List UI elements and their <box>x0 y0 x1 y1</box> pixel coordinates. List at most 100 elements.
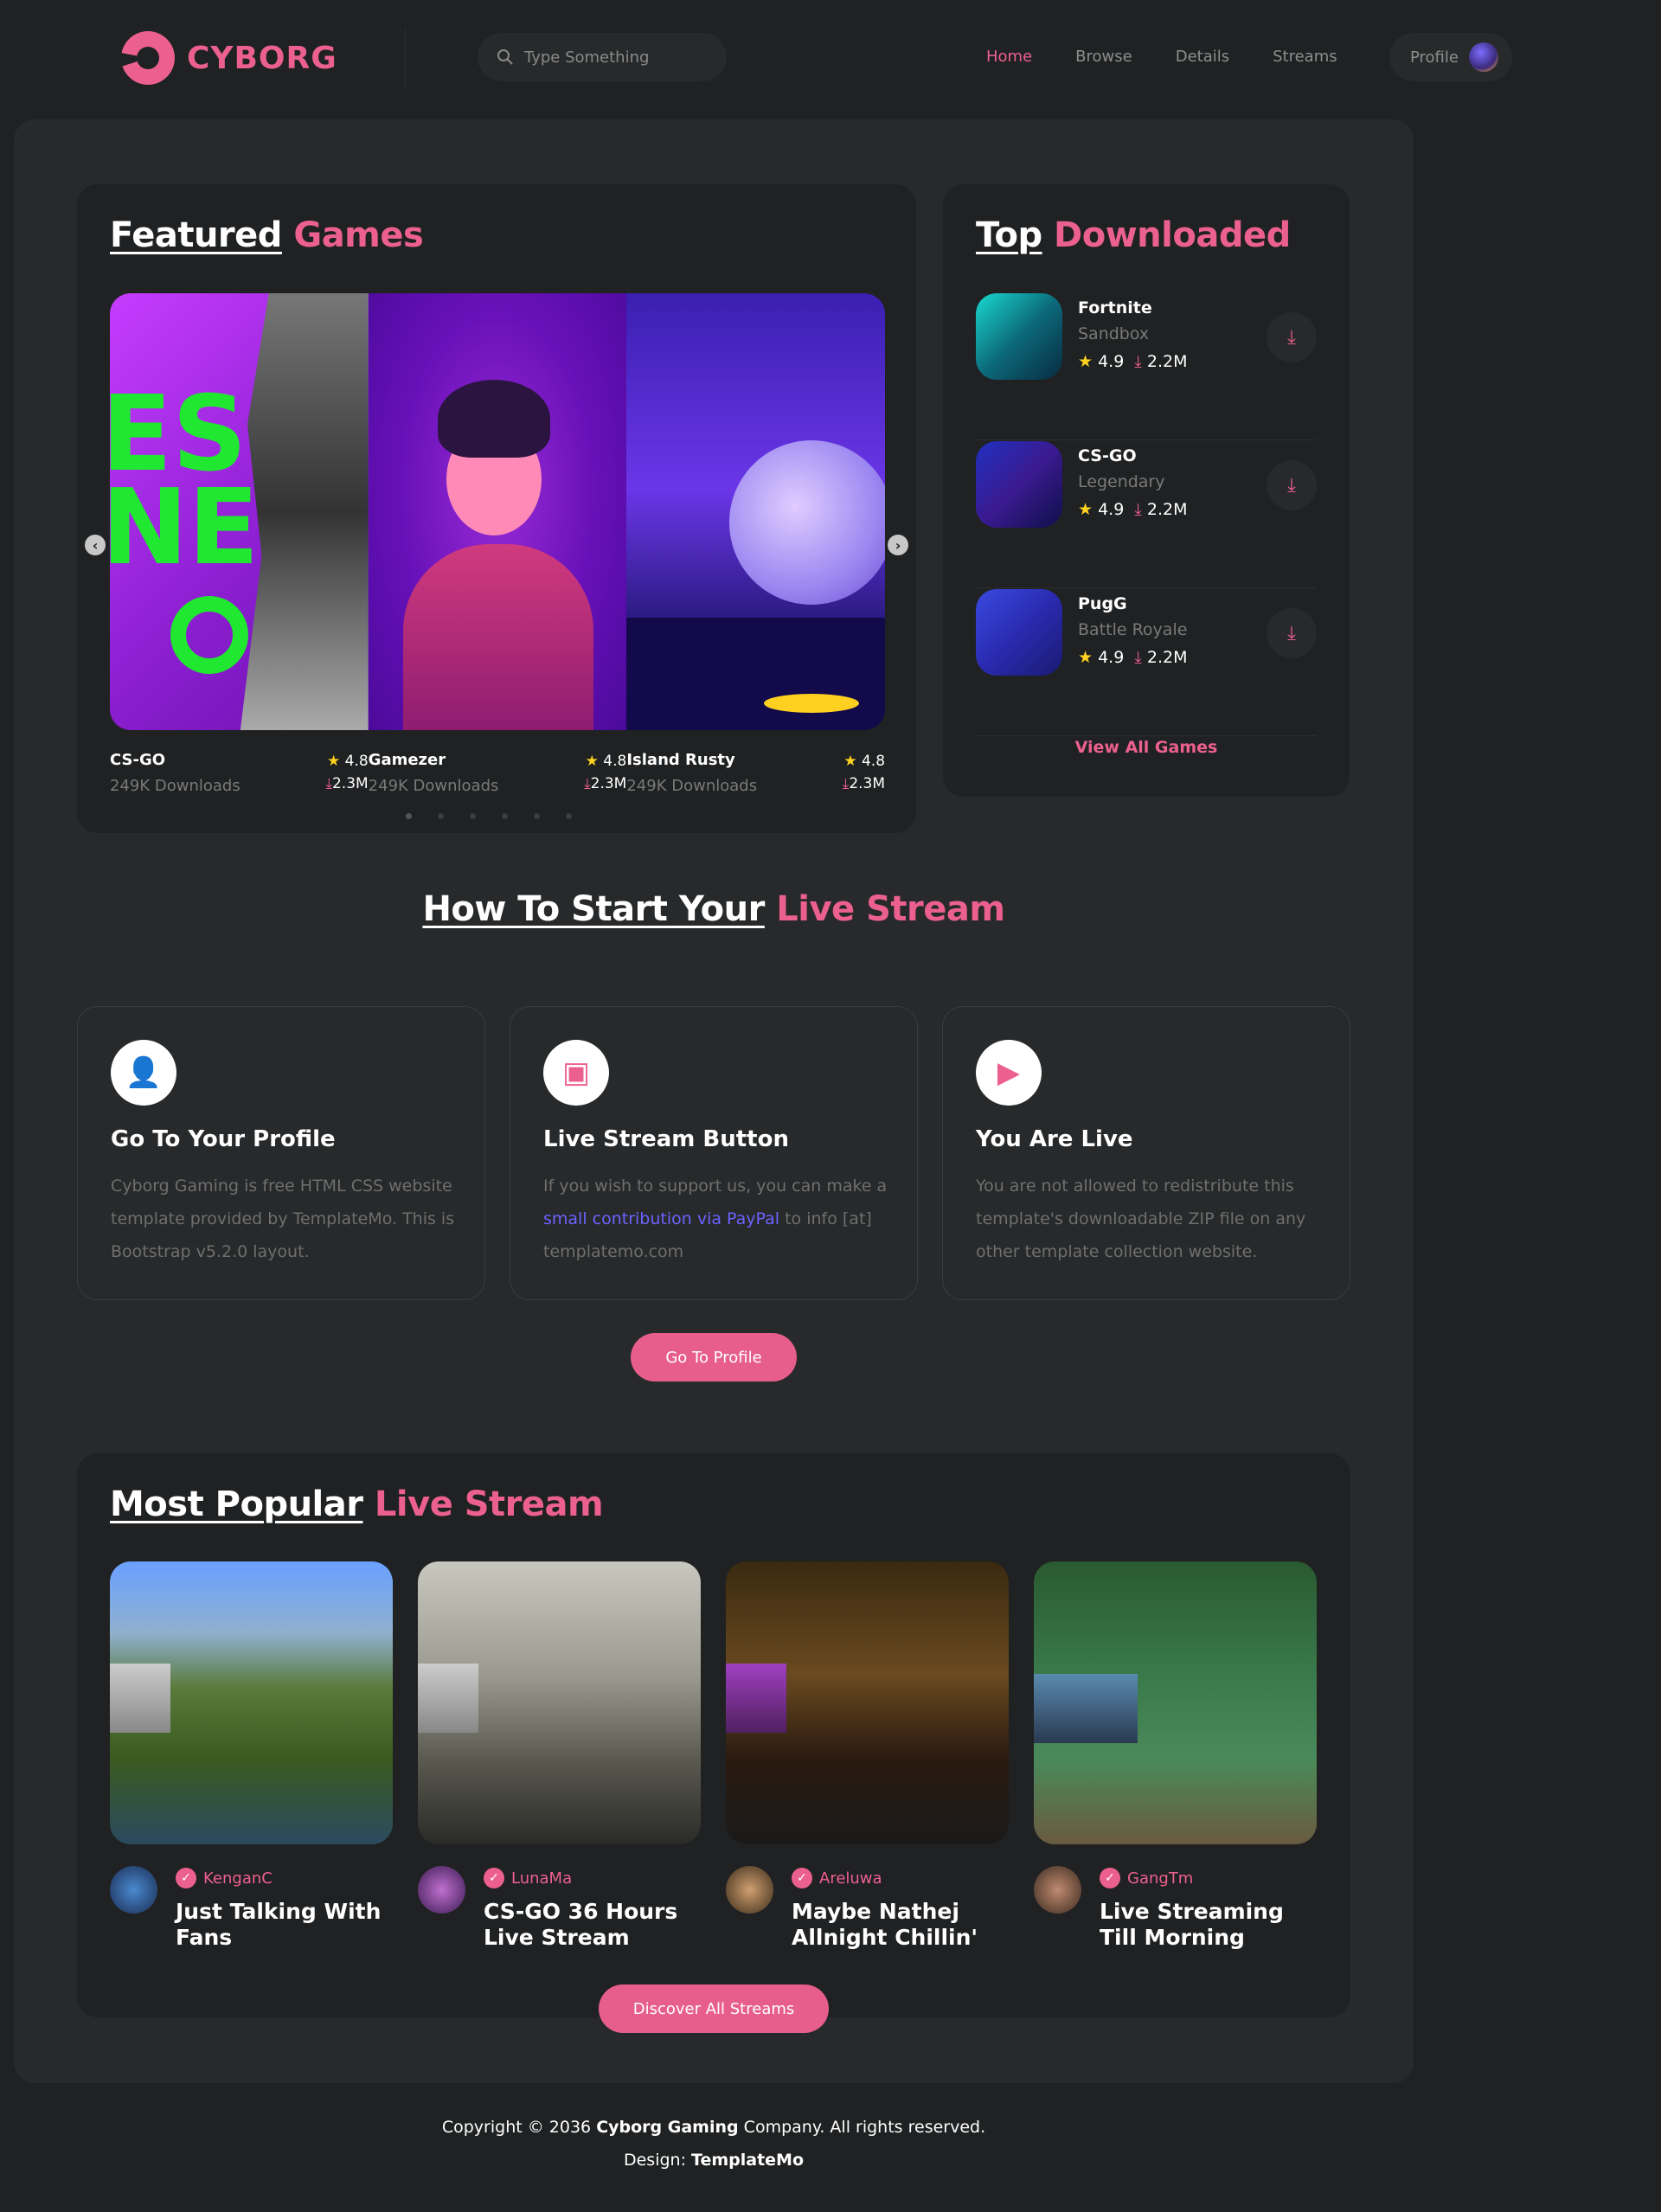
download-button[interactable]: ⤓ <box>1267 460 1317 510</box>
discover-all-streams-button[interactable]: Discover All Streams <box>599 1984 829 2033</box>
step-card: 👤 Go To Your Profile Cyborg Gaming is fr… <box>77 1006 485 1300</box>
search-input[interactable] <box>524 48 697 67</box>
carousel-dot[interactable] <box>406 813 412 819</box>
carousel-dot[interactable] <box>502 813 508 819</box>
streamer-avatar <box>726 1866 773 1914</box>
star-icon: ★ <box>585 753 599 770</box>
featured-game-count: ⤓2.3M <box>584 775 627 792</box>
stream-thumbnail[interactable] <box>418 1561 701 1844</box>
featured-game-name: Gamezer <box>368 751 446 769</box>
top-downloaded-item[interactable]: Fortnite Sandbox ★ 4.9 ⤓ 2.2M ⤓ <box>976 293 1317 440</box>
go-to-profile-button[interactable]: Go To Profile <box>631 1333 797 1382</box>
game-name: Fortnite <box>1078 298 1152 317</box>
streamer-name[interactable]: ✓ Areluwa <box>792 1868 882 1888</box>
star-icon: ★ <box>1078 352 1093 371</box>
main-nav: Home Browse Details Streams <box>986 33 1381 81</box>
featured-game-item: Island Rusty 249K Downloads ★ 4.8 ⤓2.3M <box>626 751 885 803</box>
featured-carousel[interactable]: ES NE <box>110 293 885 730</box>
carousel-dot[interactable] <box>566 813 572 819</box>
footer-copyright: Copyright © 2036 Cyborg Gaming Company. … <box>441 2118 986 2137</box>
verified-check-icon: ✓ <box>484 1868 504 1888</box>
search-box[interactable] <box>478 33 727 81</box>
stream-thumbnail[interactable] <box>726 1561 1009 1844</box>
streamer-avatar <box>418 1866 465 1914</box>
step-text: Cyborg Gaming is free HTML CSS website t… <box>111 1177 455 1261</box>
featured-games-card: Featured Games ES NE ‹ › CS-GO 249K Downl… <box>77 184 916 833</box>
nav-streams[interactable]: Streams <box>1273 33 1337 81</box>
verified-check-icon: ✓ <box>792 1868 812 1888</box>
featured-slide-island-rusty[interactable] <box>626 293 885 730</box>
cyborg-logo-icon <box>121 31 175 85</box>
carousel-next-icon[interactable]: › <box>888 535 908 555</box>
featured-game-downloads: 249K Downloads <box>626 777 758 795</box>
footer-company-link[interactable]: Cyborg Gaming <box>596 2118 738 2137</box>
stream-thumbnail[interactable] <box>110 1561 393 1844</box>
footer-design: Design: TemplateMo <box>623 2151 805 2170</box>
carousel-dot[interactable] <box>534 813 540 819</box>
game-thumbnail <box>976 589 1062 676</box>
featured-game-downloads: 249K Downloads <box>110 777 240 795</box>
featured-game-count: ⤓2.3M <box>325 775 369 792</box>
download-button[interactable]: ⤓ <box>1267 608 1317 658</box>
featured-game-downloads: 249K Downloads <box>368 777 499 795</box>
popular-title: Most Popular Live Stream <box>110 1484 604 1524</box>
carousel-dots[interactable] <box>406 813 572 819</box>
footer-designer-link[interactable]: TemplateMo <box>691 2151 804 2170</box>
download-icon: ⤓ <box>1287 622 1296 644</box>
game-meta: ★ 4.9 ⤓ 2.2M <box>1078 648 1188 667</box>
logo[interactable]: CYBORG <box>121 31 337 85</box>
download-button[interactable]: ⤓ <box>1267 312 1317 362</box>
featured-slide-info: CS-GO 249K Downloads ★ 4.8 ⤓2.3M Gamezer… <box>110 751 885 803</box>
game-category: Battle Royale <box>1078 620 1188 639</box>
game-name: CS-GO <box>1078 446 1137 465</box>
download-icon: ⤓ <box>1287 474 1296 497</box>
featured-game-rating: ★ 4.8 <box>326 753 369 770</box>
profile-button[interactable]: Profile <box>1389 33 1512 81</box>
featured-slide-csgo[interactable]: ES NE <box>110 293 369 730</box>
verified-check-icon: ✓ <box>1100 1868 1120 1888</box>
carousel-prev-icon[interactable]: ‹ <box>85 535 106 555</box>
top-downloaded-item[interactable]: CS-GO Legendary ★ 4.9 ⤓ 2.2M ⤓ <box>976 441 1317 588</box>
game-thumbnail <box>976 293 1062 380</box>
stream-item[interactable]: ✓ KenganC Just Talking With Fans <box>110 1561 393 1950</box>
profile-icon: 👤 <box>111 1040 176 1106</box>
featured-game-count: ⤓2.3M <box>842 775 886 792</box>
stream-thumbnail[interactable] <box>1034 1561 1317 1844</box>
streamer-name[interactable]: ✓ KenganC <box>176 1868 273 1888</box>
streamer-name[interactable]: ✓ GangTm <box>1100 1868 1193 1888</box>
paypal-link[interactable]: small contribution via PayPal <box>543 1209 779 1228</box>
star-icon: ★ <box>326 753 341 770</box>
step-title: Go To Your Profile <box>111 1126 336 1152</box>
popular-streams-card: Most Popular Live Stream ✓ KenganC Just T… <box>77 1453 1350 2017</box>
stream-title[interactable]: Maybe Nathej Allnight Chillin' <box>792 1899 1008 1951</box>
step-text: You are not allowed to redistribute this… <box>976 1177 1306 1261</box>
star-icon: ★ <box>1078 648 1093 667</box>
top-downloaded-title: Top Downloaded <box>976 215 1291 255</box>
top-downloaded-item[interactable]: PugG Battle Royale ★ 4.9 ⤓ 2.2M ⤓ <box>976 589 1317 736</box>
stream-item[interactable]: ✓ Areluwa Maybe Nathej Allnight Chillin' <box>726 1561 1009 1950</box>
step-card: ▶ You Are Live You are not allowed to re… <box>942 1006 1350 1300</box>
nav-details[interactable]: Details <box>1176 33 1229 81</box>
nav-home[interactable]: Home <box>986 33 1032 81</box>
streamer-name[interactable]: ✓ LunaMa <box>484 1868 572 1888</box>
view-all-games-link[interactable]: View All Games <box>943 738 1350 757</box>
stream-title[interactable]: CS-GO 36 Hours Live Stream <box>484 1899 700 1951</box>
step-title: You Are Live <box>976 1126 1133 1152</box>
featured-game-name: CS-GO <box>110 751 166 769</box>
top-downloaded-card: Top Downloaded Fortnite Sandbox ★ 4.9 ⤓ … <box>943 184 1350 797</box>
game-thumbnail <box>976 441 1062 528</box>
stream-title[interactable]: Just Talking With Fans <box>176 1899 392 1951</box>
carousel-dot[interactable] <box>438 813 444 819</box>
stream-item[interactable]: ✓ LunaMa CS-GO 36 Hours Live Stream <box>418 1561 701 1950</box>
featured-title: Featured Games <box>110 215 424 255</box>
game-meta: ★ 4.9 ⤓ 2.2M <box>1078 352 1188 371</box>
nav-browse[interactable]: Browse <box>1075 33 1132 81</box>
stream-item[interactable]: ✓ GangTm Live Streaming Till Morning <box>1034 1561 1317 1950</box>
video-camera-icon: ▶ <box>976 1040 1042 1106</box>
step-title: Live Stream Button <box>543 1126 789 1152</box>
stream-title[interactable]: Live Streaming Till Morning <box>1100 1899 1316 1951</box>
download-icon: ⤓ <box>1134 648 1142 667</box>
live-stream-icon: ▣ <box>543 1040 609 1106</box>
carousel-dot[interactable] <box>470 813 476 819</box>
featured-slide-gamezer[interactable] <box>368 293 627 730</box>
